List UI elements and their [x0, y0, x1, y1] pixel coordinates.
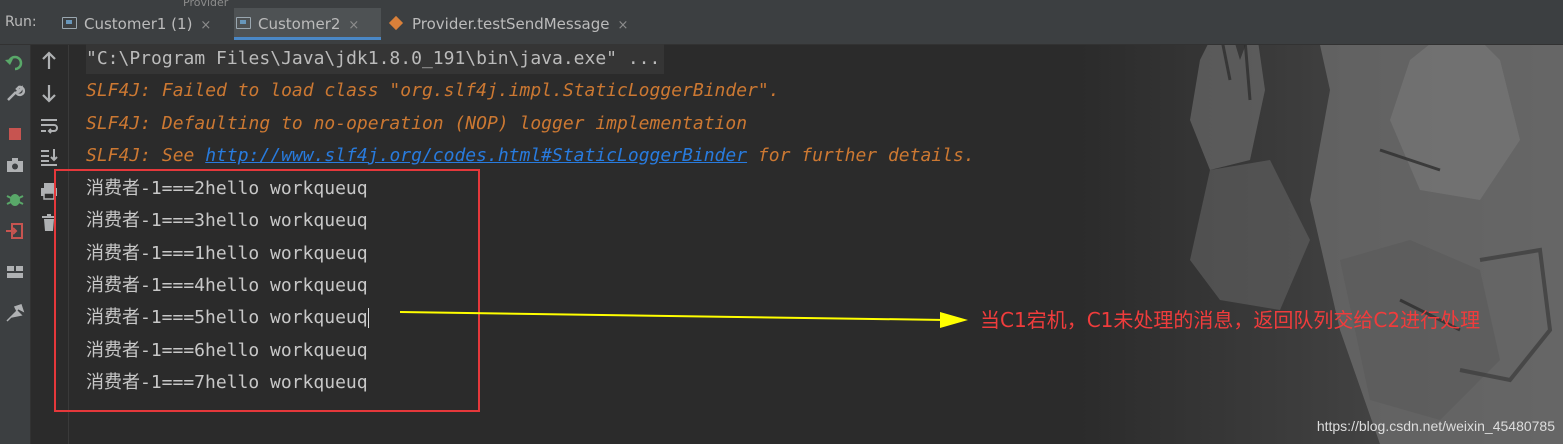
highlight-box [54, 169, 480, 412]
annotation-text: 当C1宕机，C1未处理的消息，返回队列交给C2进行处理 [980, 308, 1481, 332]
debug-icon[interactable] [3, 187, 27, 211]
exit-icon[interactable] [3, 219, 27, 243]
tab-customer2[interactable]: Customer2 × [234, 8, 382, 40]
warning-prefix: SLF4J: See [86, 145, 206, 166]
close-icon[interactable]: × [200, 18, 211, 33]
tab-provider-test[interactable]: Provider.testSendMessage × [388, 8, 628, 40]
hidden-tab-peek: Provider [183, 0, 229, 8]
run-toolbar-left [0, 45, 31, 444]
java-command-line: "C:\Program Files\Java\jdk1.8.0_191\bin\… [86, 44, 665, 74]
tab-customer1[interactable]: Customer1 (1) × [60, 8, 211, 40]
console-icon [236, 17, 251, 29]
camera-icon[interactable] [3, 153, 27, 177]
close-icon[interactable]: × [617, 18, 628, 33]
test-diamond-icon [388, 15, 404, 31]
slf4j-warning: SLF4J: See http://www.slf4j.org/codes.ht… [86, 141, 975, 171]
tab-label: Customer2 [258, 15, 341, 33]
run-tab-bar: Provider Run: Customer1 (1) × Customer2 × … [0, 0, 1563, 45]
slf4j-link[interactable]: http://www.slf4j.org/codes.html#StaticLo… [205, 145, 747, 166]
tab-label: Customer1 (1) [84, 15, 193, 33]
pin-icon[interactable] [3, 301, 27, 325]
stop-icon[interactable] [3, 122, 27, 146]
layout-icon[interactable] [3, 260, 27, 284]
down-arrow-icon[interactable] [37, 81, 61, 105]
scroll-to-end-icon[interactable] [37, 145, 61, 169]
soft-wrap-icon[interactable] [37, 113, 61, 137]
wrench-icon[interactable] [3, 81, 27, 105]
slf4j-warning: SLF4J: Defaulting to no-operation (NOP) … [86, 113, 748, 134]
close-icon[interactable]: × [348, 18, 359, 33]
console-icon [62, 17, 77, 29]
run-label: Run: [5, 14, 37, 30]
slf4j-warning: SLF4J: Failed to load class "org.slf4j.i… [86, 80, 780, 101]
watermark: https://blog.csdn.net/weixin_45480785 [1316, 418, 1555, 434]
rerun-icon[interactable] [3, 51, 27, 75]
up-arrow-icon[interactable] [37, 49, 61, 73]
tab-label: Provider.testSendMessage [412, 15, 610, 33]
warning-suffix: for further details. [747, 145, 975, 166]
